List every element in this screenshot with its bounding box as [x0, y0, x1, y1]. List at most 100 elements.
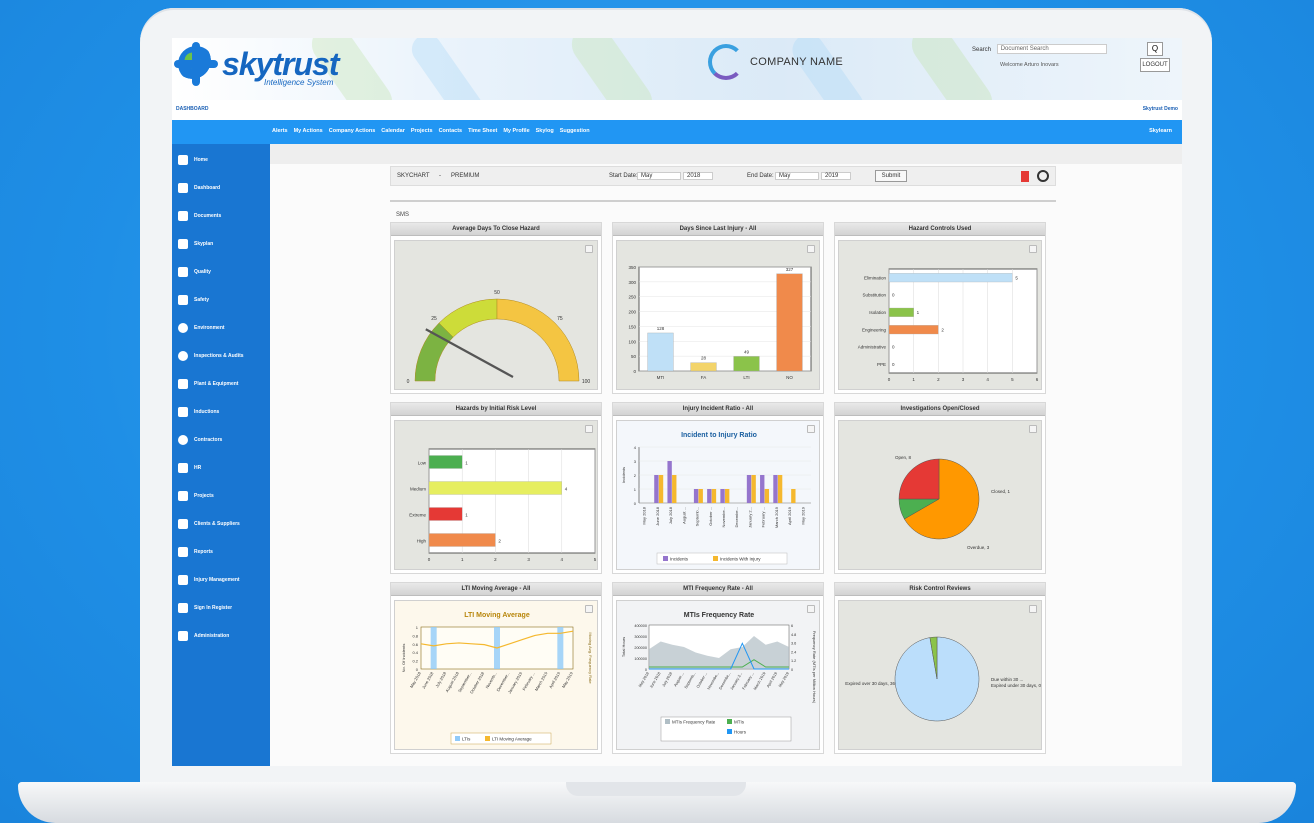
data-label: 49	[744, 349, 750, 354]
sidebar-item-label: HR	[194, 465, 202, 471]
y2-tick-label: 1.2	[791, 659, 796, 663]
x-tick-label: FA	[701, 375, 707, 380]
y-tick-label: 250	[628, 295, 636, 300]
end-month-select[interactable]: May	[775, 172, 819, 180]
globe-icon	[178, 323, 188, 333]
pie-label: Expired under 30 days, 0	[991, 683, 1042, 688]
sidebar-item-home[interactable]: Home	[178, 150, 208, 170]
nav-company-actions[interactable]: Company Actions	[329, 128, 376, 134]
sidebar-item-injury[interactable]: Injury Management	[178, 570, 240, 590]
x-tick-label: Novemb...	[484, 671, 497, 689]
x-tick-label: June 2018	[421, 670, 435, 689]
bar-mti	[647, 332, 674, 372]
panel-title: LTI Moving Average - All	[391, 583, 601, 596]
legend-swatch	[713, 556, 718, 561]
dashboard-icon	[178, 183, 188, 193]
refresh-icon[interactable]	[1037, 170, 1049, 182]
y2-tick-label: 6	[791, 624, 793, 628]
sidebar-item-safety[interactable]: Safety	[178, 290, 209, 310]
gauge-chart: 0 25 50 75 100	[407, 290, 591, 385]
sidebar-item-environment[interactable]: Environment	[178, 318, 225, 338]
y-tick-label: 1	[416, 625, 419, 630]
x-tick-label: May 2018	[638, 672, 650, 688]
nav-suggestion[interactable]: Suggestion	[560, 128, 590, 134]
start-month-select[interactable]: May	[637, 172, 681, 180]
skychart-label: SKYCHART	[397, 173, 430, 179]
sidebar-item-dashboard[interactable]: Dashboard	[178, 178, 220, 198]
y-tick-label: High	[417, 539, 427, 544]
panel-risk-control: Risk Control Reviews Expired over 30 day…	[834, 582, 1046, 754]
nav-my-actions[interactable]: My Actions	[294, 128, 323, 134]
lti-moving-chart: LTI Moving Average00.20.40.60.81No. Of I…	[401, 612, 593, 745]
search-input[interactable]: Document Search	[996, 44, 1107, 54]
skytrust-logo-icon	[174, 42, 218, 86]
y-tick-label: Low	[418, 461, 427, 466]
y-tick-label: 200	[628, 310, 636, 315]
x-tick-label: 3	[527, 557, 530, 562]
x-tick-label: May 2018	[642, 506, 647, 524]
nav-alerts[interactable]: Alerts	[272, 128, 288, 134]
nav-skylearn[interactable]: Skylearn	[1149, 128, 1172, 134]
sidebar-item-reports[interactable]: Reports	[178, 542, 213, 562]
lock-icon	[178, 631, 188, 641]
nav-contacts[interactable]: Contacts	[439, 128, 463, 134]
bar-incidents	[720, 489, 725, 503]
panel-days-since-injury: Days Since Last Injury - All 0 50 100 150 20…	[612, 222, 824, 394]
nav-calendar[interactable]: Calendar	[381, 128, 405, 134]
x-tick-label: March 2019	[774, 506, 779, 528]
data-label: 28	[701, 356, 707, 361]
sidebar-item-label: Documents	[194, 213, 222, 219]
nav-time-sheet[interactable]: Time Sheet	[468, 128, 497, 134]
sidebar-item-clients[interactable]: Clients & Suppliers	[178, 514, 240, 534]
breadcrumb-dashboard[interactable]: DASHBOARD	[176, 106, 209, 112]
sidebar-item-hr[interactable]: HR	[178, 458, 201, 478]
skytrust-logo[interactable]: skytrust	[174, 42, 339, 86]
sidebar-item-contractors[interactable]: Contractors	[178, 430, 222, 450]
sidebar-item-projects[interactable]: Projects	[178, 486, 214, 506]
x-tick-label: 1	[912, 377, 915, 382]
panel-risk-level: Hazards by Initial Risk Level 0 1 2 3 4 5 Low 1…	[390, 402, 602, 574]
x-tick-label: July 2018	[662, 672, 674, 688]
nav-projects[interactable]: Projects	[411, 128, 433, 134]
bar-incidents	[707, 489, 712, 503]
pdf-icon[interactable]	[1021, 171, 1029, 182]
logout-button[interactable]: LOGOUT	[1140, 58, 1170, 72]
legend-swatch	[727, 719, 732, 724]
x-tick-label: April 2019	[766, 672, 778, 689]
legend-label: Incidents	[670, 557, 689, 562]
search-button[interactable]: Q	[1147, 42, 1163, 56]
y2-axis-label: Frequency Rate (MTIs per Million Hours)	[812, 631, 817, 704]
sidebar-item-inspections[interactable]: Inspections & Audits	[178, 346, 244, 366]
company-logo: COMPANY NAME	[708, 44, 843, 80]
bar-ltis	[430, 627, 437, 669]
bar-incidents	[746, 475, 752, 503]
y-tick-label: 300	[628, 280, 636, 285]
gauge-tick-label: 100	[582, 379, 591, 385]
sidebar-item-label: Reports	[194, 549, 213, 555]
sidebar-item-quality[interactable]: Quality	[178, 262, 211, 282]
welcome-text: Welcome Arturo Inovars	[1000, 62, 1059, 68]
submit-button[interactable]: Submit	[875, 170, 907, 182]
sidebar-item-signin[interactable]: Sign In Register	[178, 598, 232, 618]
start-year-select[interactable]: 2018	[683, 172, 713, 180]
sidebar-item-documents[interactable]: Documents	[178, 206, 221, 226]
pie-label: Overdue, 3	[967, 545, 990, 550]
bar-incidents-with-injury	[791, 489, 796, 503]
nav-my-profile[interactable]: My Profile	[503, 128, 529, 134]
end-year-select[interactable]: 2019	[821, 172, 851, 180]
sidebar-item-admin[interactable]: Administration	[178, 626, 229, 646]
sidebar-item-plant[interactable]: Plant & Equipment	[178, 374, 238, 394]
legend-label: LTIs	[462, 737, 471, 742]
days-since-injury-chart: 0 50 100 150 200 250 300 350 128 MTI 28 FA 49 LTI 327 N…	[628, 265, 812, 380]
nav-skylog[interactable]: Skylog	[536, 128, 554, 134]
panel-title: MTI Frequency Rate - All	[613, 583, 823, 596]
chart-title: Incident to Injury Ratio	[681, 432, 757, 439]
check-icon	[178, 267, 188, 277]
legend-swatch	[727, 729, 732, 734]
x-tick-label: July 2018	[668, 506, 673, 524]
x-tick-label: May 2019	[561, 670, 575, 688]
sidebar-item-label: Injury Management	[194, 577, 240, 583]
sidebar-item-skyplan[interactable]: Skyplan	[178, 234, 213, 254]
sidebar-item-inductions[interactable]: Inductions	[178, 402, 219, 422]
breadcrumb-site[interactable]: Skytrust Demo	[1143, 106, 1178, 112]
